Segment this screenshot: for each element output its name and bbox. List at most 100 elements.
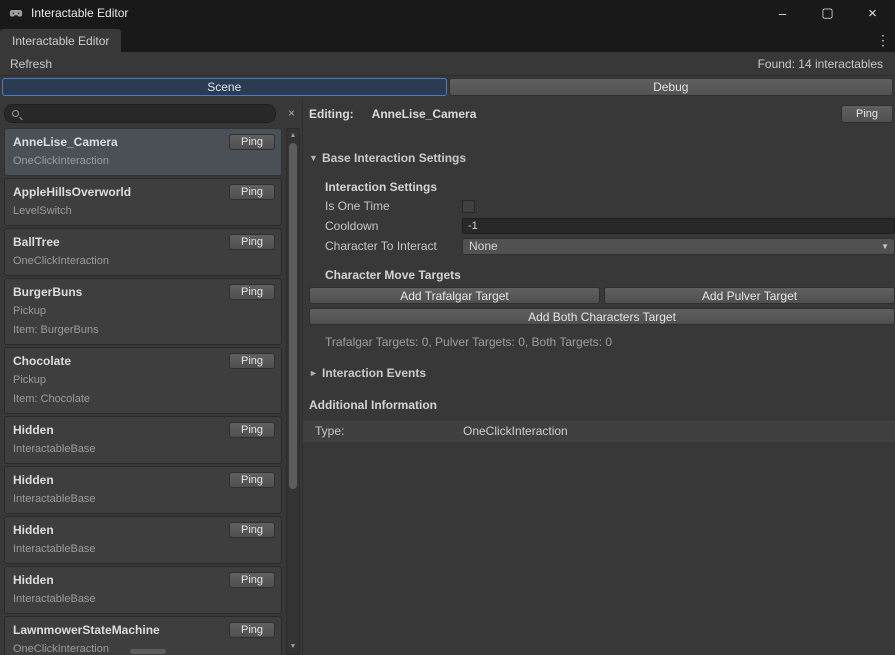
horizontal-scrollbar-thumb[interactable] bbox=[130, 649, 166, 654]
add-target-buttons: Add Trafalgar Target Add Pulver Target bbox=[309, 287, 895, 304]
character-to-interact-dropdown[interactable]: None ▼ bbox=[462, 238, 895, 255]
item-subtitle: Pickup bbox=[13, 301, 275, 320]
vertical-scrollbar[interactable]: ▲ ▼ bbox=[286, 128, 300, 655]
item-name: Hidden bbox=[13, 523, 229, 537]
scroll-down-icon[interactable]: ▼ bbox=[287, 641, 299, 653]
list-item[interactable]: HiddenPingInteractableBase bbox=[4, 566, 282, 614]
item-name: LawnmowerStateMachine bbox=[13, 623, 229, 637]
dropdown-value: None bbox=[469, 239, 498, 253]
tab-scene[interactable]: Scene bbox=[2, 78, 447, 96]
maximize-button[interactable]: ▢ bbox=[805, 0, 850, 26]
item-subtitle: LevelSwitch bbox=[13, 201, 275, 220]
cooldown-input[interactable] bbox=[462, 218, 895, 234]
base-interaction-settings-foldout[interactable]: ▼ Base Interaction Settings bbox=[309, 150, 466, 166]
ping-button[interactable]: Ping bbox=[841, 105, 893, 123]
targets-summary: Trafalgar Targets: 0, Pulver Targets: 0,… bbox=[309, 335, 895, 349]
toolbar: Refresh Found: 14 interactables bbox=[0, 52, 895, 76]
window: Interactable Editor – ▢ × Interactable E… bbox=[0, 0, 895, 655]
item-name: Hidden bbox=[13, 423, 229, 437]
ping-button[interactable]: Ping bbox=[229, 622, 275, 638]
chevron-down-icon: ▼ bbox=[881, 242, 889, 251]
ping-button[interactable]: Ping bbox=[229, 234, 275, 250]
titlebar: Interactable Editor – ▢ × bbox=[0, 0, 895, 26]
list-item[interactable]: BallTreePingOneClickInteraction bbox=[4, 228, 282, 276]
interaction-settings-header: Interaction Settings bbox=[309, 178, 895, 196]
interaction-events-foldout[interactable]: ► Interaction Events bbox=[309, 365, 426, 381]
list-item[interactable]: BurgerBunsPingPickupItem: BurgerBuns bbox=[4, 278, 282, 345]
tab-interactable-editor[interactable]: Interactable Editor bbox=[0, 29, 121, 52]
ping-button[interactable]: Ping bbox=[229, 284, 275, 300]
list-item[interactable]: HiddenPingInteractableBase bbox=[4, 416, 282, 464]
ping-button[interactable]: Ping bbox=[229, 184, 275, 200]
editing-value: AnneLise_Camera bbox=[372, 107, 477, 121]
cooldown-label: Cooldown bbox=[325, 219, 462, 233]
refresh-button[interactable]: Refresh bbox=[8, 55, 62, 73]
add-both-characters-target-button[interactable]: Add Both Characters Target bbox=[309, 308, 895, 325]
add-trafalgar-target-button[interactable]: Add Trafalgar Target bbox=[309, 287, 600, 304]
character-to-interact-row: Character To Interact None ▼ bbox=[309, 236, 895, 256]
list-item[interactable]: AnneLise_CameraPingOneClickInteraction bbox=[4, 128, 282, 176]
content: × AnneLise_CameraPingOneClickInteraction… bbox=[0, 98, 895, 655]
item-subtitle: InteractableBase bbox=[13, 589, 275, 608]
search-icon bbox=[12, 110, 19, 117]
ping-button[interactable]: Ping bbox=[229, 422, 275, 438]
interactable-list: AnneLise_CameraPingOneClickInteractionAp… bbox=[4, 128, 282, 655]
item-subtitle: OneClickInteraction bbox=[13, 251, 275, 270]
clear-search-button[interactable]: × bbox=[284, 105, 299, 121]
foldout-open-icon: ▼ bbox=[309, 153, 322, 163]
app-icon bbox=[9, 6, 23, 20]
found-count: Found: 14 interactables bbox=[758, 57, 887, 71]
type-row: Type: OneClickInteraction bbox=[303, 421, 895, 442]
item-subtitle: Item: BurgerBuns bbox=[13, 320, 275, 339]
mode-tabs: Scene Debug bbox=[0, 76, 895, 98]
item-name: Hidden bbox=[13, 473, 229, 487]
kebab-menu-icon[interactable]: ⋮ bbox=[871, 32, 895, 52]
item-name: Chocolate bbox=[13, 354, 229, 368]
ping-button[interactable]: Ping bbox=[229, 134, 275, 150]
scroll-up-icon[interactable]: ▲ bbox=[287, 130, 299, 142]
search-field bbox=[4, 104, 276, 123]
item-name: BurgerBuns bbox=[13, 285, 229, 299]
cooldown-row: Cooldown bbox=[309, 216, 895, 236]
is-one-time-label: Is One Time bbox=[325, 199, 462, 213]
character-move-targets-header: Character Move Targets bbox=[309, 266, 895, 284]
item-subtitle: Item: Chocolate bbox=[13, 389, 275, 408]
ping-button[interactable]: Ping bbox=[229, 522, 275, 538]
search-input[interactable] bbox=[24, 108, 268, 120]
item-subtitle: InteractableBase bbox=[13, 539, 275, 558]
item-subtitle: Pickup bbox=[13, 370, 275, 389]
list-item[interactable]: HiddenPingInteractableBase bbox=[4, 516, 282, 564]
list-item[interactable]: HiddenPingInteractableBase bbox=[4, 466, 282, 514]
is-one-time-checkbox[interactable] bbox=[462, 200, 475, 213]
type-label: Type: bbox=[315, 424, 463, 438]
item-name: AnneLise_Camera bbox=[13, 135, 229, 149]
item-name: BallTree bbox=[13, 235, 229, 249]
character-to-interact-label: Character To Interact bbox=[325, 239, 462, 253]
item-subtitle: InteractableBase bbox=[13, 489, 275, 508]
ping-button[interactable]: Ping bbox=[229, 472, 275, 488]
type-value: OneClickInteraction bbox=[463, 424, 568, 438]
tab-debug[interactable]: Debug bbox=[449, 78, 894, 96]
item-subtitle: OneClickInteraction bbox=[13, 151, 275, 170]
minimize-button[interactable]: – bbox=[760, 0, 805, 26]
is-one-time-row: Is One Time bbox=[309, 196, 895, 216]
window-title: Interactable Editor bbox=[31, 6, 128, 20]
close-button[interactable]: × bbox=[850, 0, 895, 26]
foldout-collapsed-icon: ► bbox=[309, 368, 322, 378]
item-name: AppleHillsOverworld bbox=[13, 185, 229, 199]
editing-row: Editing: AnneLise_Camera Ping bbox=[309, 104, 895, 124]
scene-list-panel: × AnneLise_CameraPingOneClickInteraction… bbox=[0, 98, 302, 655]
editing-label: Editing: bbox=[309, 107, 354, 121]
editor-tabstrip: Interactable Editor ⋮ bbox=[0, 26, 895, 52]
add-pulver-target-button[interactable]: Add Pulver Target bbox=[604, 287, 895, 304]
window-controls: – ▢ × bbox=[760, 0, 895, 26]
additional-information-header: Additional Information bbox=[309, 396, 895, 414]
list-item[interactable]: ChocolatePingPickupItem: Chocolate bbox=[4, 347, 282, 414]
inspector-panel: Editing: AnneLise_Camera Ping ▼ Base Int… bbox=[302, 98, 895, 655]
item-name: Hidden bbox=[13, 573, 229, 587]
vertical-scrollbar-thumb[interactable] bbox=[289, 143, 297, 489]
ping-button[interactable]: Ping bbox=[229, 353, 275, 369]
ping-button[interactable]: Ping bbox=[229, 572, 275, 588]
item-subtitle: InteractableBase bbox=[13, 439, 275, 458]
list-item[interactable]: AppleHillsOverworldPingLevelSwitch bbox=[4, 178, 282, 226]
